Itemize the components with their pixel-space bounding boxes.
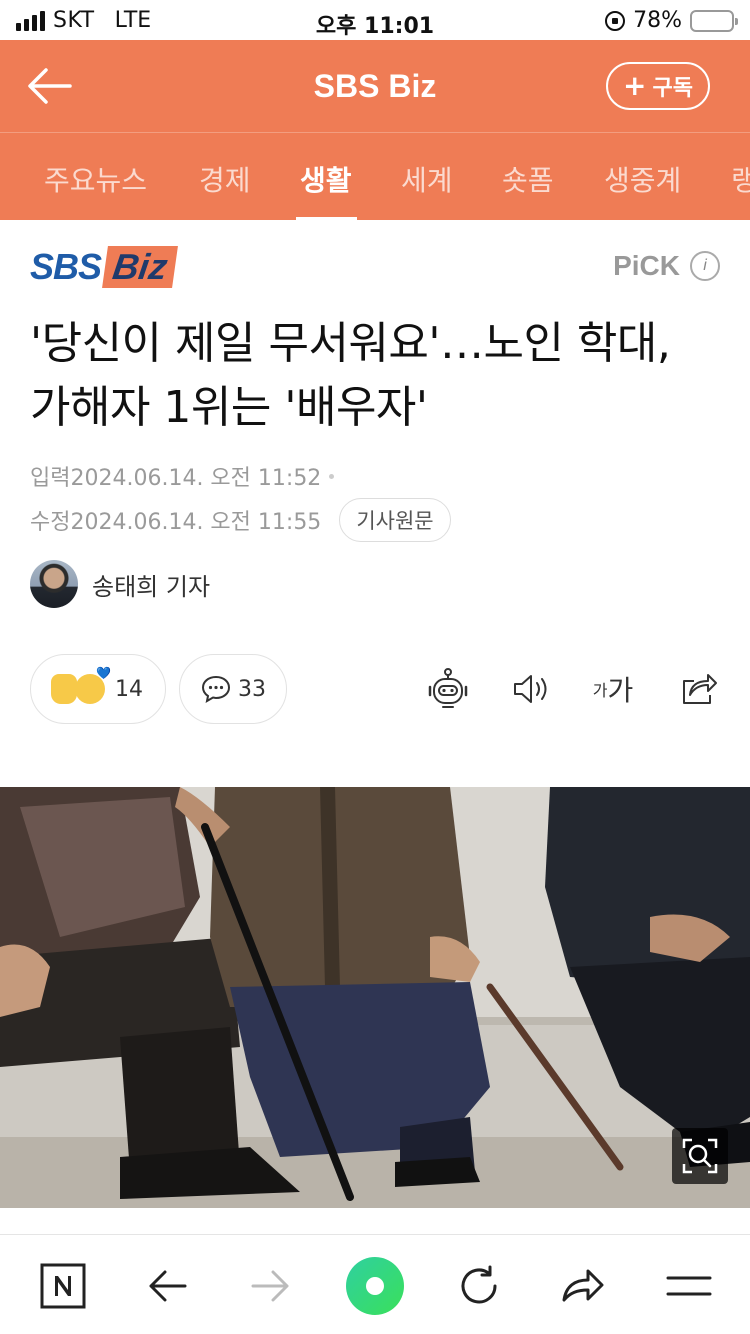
- input-date-row: 입력 2024.06.14. 오전 11:52: [30, 460, 335, 492]
- status-bar: SKT LTE 오후 11:01 78%: [0, 0, 750, 40]
- font-small-label: 가: [592, 681, 608, 700]
- input-time: 2024.06.14. 오전 11:52: [70, 466, 322, 491]
- refresh-icon[interactable]: [454, 1261, 504, 1311]
- tab-economy[interactable]: 경제: [199, 159, 251, 199]
- tab-world[interactable]: 세계: [401, 159, 453, 199]
- pick-badge[interactable]: PiCK i: [613, 250, 720, 282]
- comment-button[interactable]: 33: [179, 654, 287, 724]
- reporter-name: 송태희 기자: [92, 572, 211, 601]
- zoom-icon[interactable]: [672, 1128, 728, 1184]
- category-tabs: 주요뉴스 경제 생활 세계 숏폼 생중계 랭: [0, 132, 750, 220]
- battery-icon: [690, 9, 738, 32]
- original-article-button[interactable]: 기사원문: [339, 498, 451, 542]
- smile-icon: [75, 666, 111, 704]
- modified-date-row: 수정 2024.06.14. 오전 11:55 기사원문: [30, 498, 451, 542]
- battery-percent: 78%: [633, 8, 682, 33]
- comment-icon: [201, 675, 231, 703]
- pick-label: PiCK: [613, 250, 680, 281]
- article-photo[interactable]: [0, 787, 750, 1208]
- share-arrow-icon[interactable]: [558, 1261, 608, 1311]
- modified-time: 2024.06.14. 오전 11:55: [70, 510, 322, 535]
- plus-icon: +: [623, 69, 647, 102]
- thumbs-up-icon: [51, 674, 77, 704]
- status-right: 78%: [605, 8, 738, 33]
- reaction-button[interactable]: 14: [30, 654, 166, 724]
- press-logo[interactable]: SBS Biz: [30, 246, 178, 288]
- reaction-count: 14: [115, 676, 143, 702]
- app-header: SBS Biz + 구독: [0, 40, 750, 132]
- input-label: 입력: [30, 466, 71, 491]
- comment-count: 33: [238, 676, 266, 702]
- tab-life[interactable]: 생활: [300, 159, 352, 199]
- active-tab-indicator: [296, 217, 357, 220]
- green-dot-icon[interactable]: [344, 1255, 406, 1317]
- article-headline: '당신이 제일 무서워요'…노인 학대, 가해자 1위는 '배우자': [30, 318, 671, 433]
- logo-biz: Biz: [102, 246, 178, 288]
- rotation-lock-icon: [605, 10, 626, 31]
- tab-live[interactable]: 생중계: [604, 159, 681, 199]
- info-icon[interactable]: i: [690, 251, 720, 281]
- share-icon[interactable]: [675, 664, 721, 714]
- font-size-button[interactable]: 가가: [588, 664, 638, 714]
- subscribe-button[interactable]: + 구독: [606, 62, 710, 110]
- back-nav-icon[interactable]: [142, 1261, 192, 1311]
- forward-nav-icon[interactable]: [246, 1261, 296, 1311]
- logo-sbs: SBS: [30, 246, 102, 287]
- tab-ranking[interactable]: 랭: [731, 159, 750, 199]
- elderly-people-sitting-image: [0, 787, 750, 1208]
- modified-label: 수정: [30, 510, 71, 535]
- naver-n-icon[interactable]: [38, 1261, 88, 1311]
- reporter-row[interactable]: 송태희 기자: [30, 560, 210, 608]
- browser-bottom-bar: [0, 1234, 750, 1334]
- font-large-label: 가: [607, 674, 634, 707]
- subscribe-label: 구독: [652, 76, 693, 101]
- robot-icon[interactable]: [425, 664, 471, 714]
- tab-main-news[interactable]: 주요뉴스: [44, 159, 147, 199]
- menu-icon[interactable]: [664, 1261, 714, 1311]
- reporter-avatar: [30, 560, 78, 608]
- speaker-icon[interactable]: [508, 664, 554, 714]
- tab-shortform[interactable]: 숏폼: [502, 159, 554, 199]
- separator-dot: [329, 473, 335, 479]
